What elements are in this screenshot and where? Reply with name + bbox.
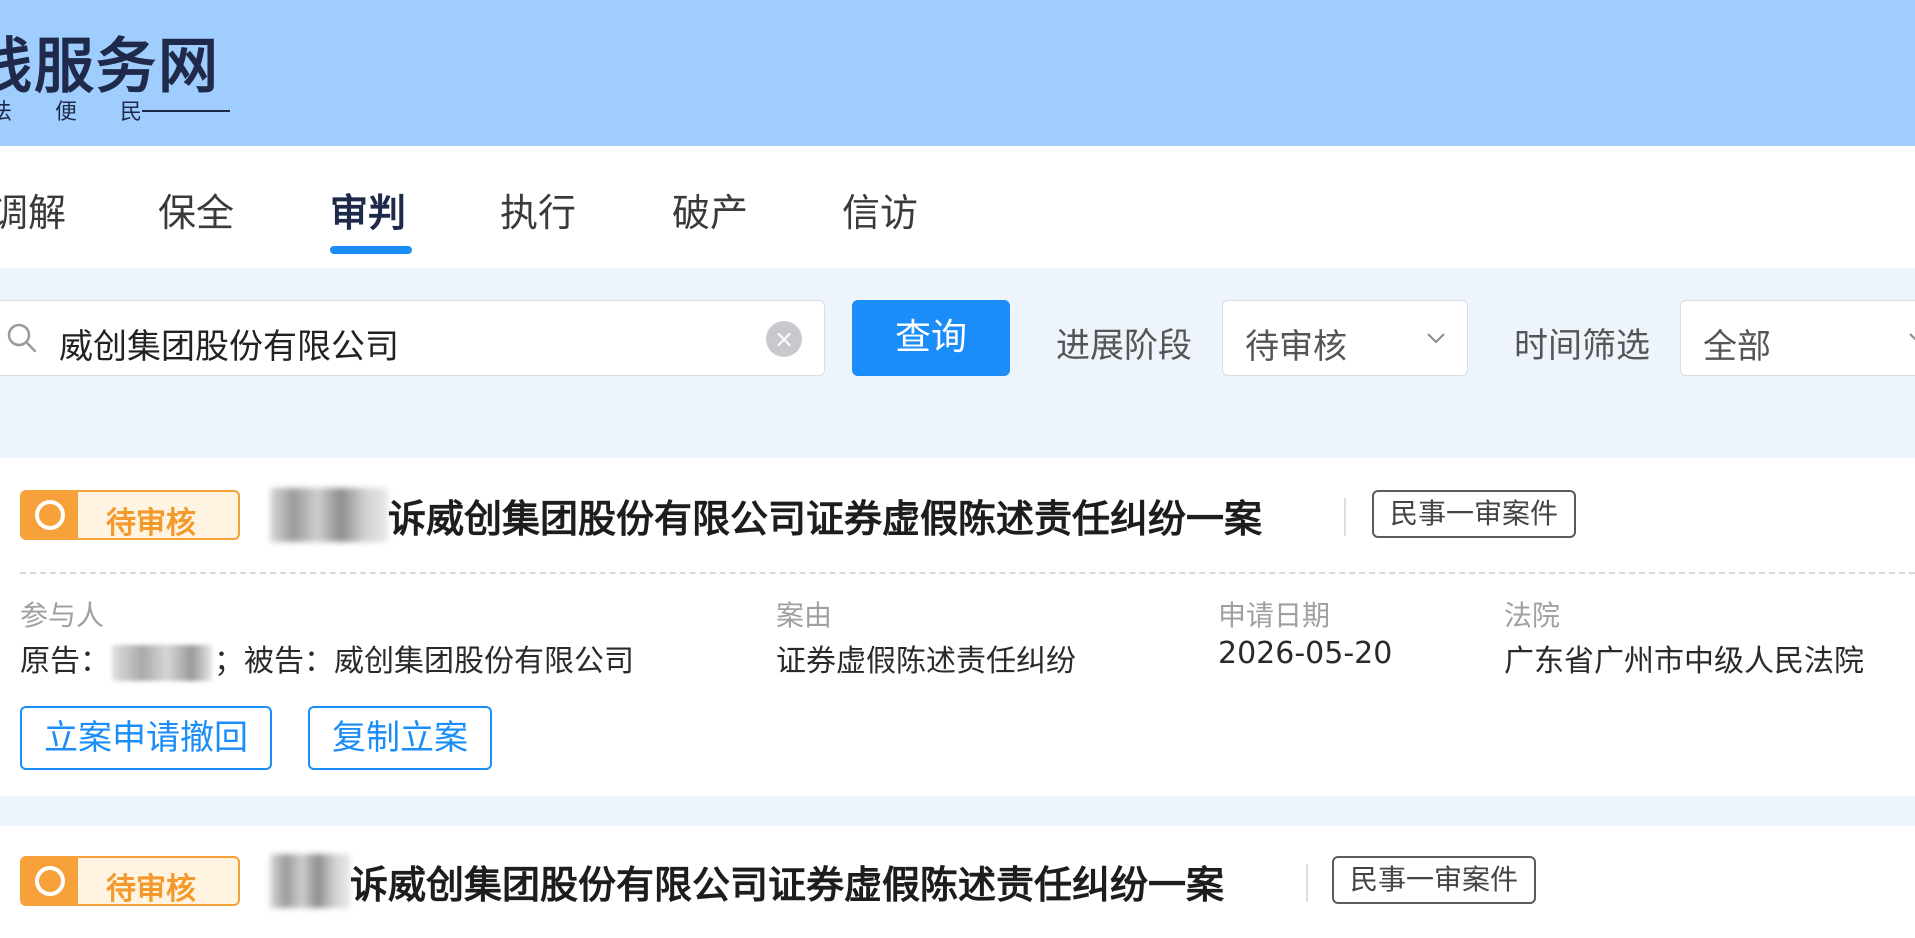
status-badge-label: 待审核 [106, 506, 196, 540]
time-filter-label: 时间筛选 [1514, 326, 1650, 366]
status-badge: 待审核 [20, 856, 240, 906]
query-button[interactable]: 查询 [852, 300, 1010, 376]
filter-bar: 威创集团股份有限公司 × 查询 进展阶段 待审核 时间筛选 全部 [0, 268, 1915, 428]
stage-select-value: 待审核 [1245, 327, 1347, 367]
stage-filter-label: 进展阶段 [1056, 326, 1192, 366]
case-title[interactable]: 诉威创集团股份有限公司证券虚假陈述责任纠纷一案 [388, 488, 1262, 543]
logo-divider [142, 110, 230, 112]
clear-icon[interactable]: × [766, 321, 802, 357]
tab-petition[interactable]: 信访 [842, 182, 918, 237]
status-badge-label: 待审核 [106, 872, 196, 906]
participants-value: 原告： ；被告：威创集团股份有限公司 [20, 636, 634, 681]
redacted-plaintiff-name [270, 854, 350, 908]
tab-preservation[interactable]: 保全 [158, 182, 234, 237]
clock-icon [22, 858, 78, 904]
tab-execution[interactable]: 执行 [500, 182, 576, 237]
tab-trial[interactable]: 审判 [330, 182, 406, 237]
chevron-down-icon [1909, 333, 1915, 341]
site-logo-subtitle: 法 便 民 [0, 100, 160, 125]
title-divider [1306, 864, 1308, 902]
case-card: 待审核 诉威创集团股份有限公司证券虚假陈述责任纠纷一案 民事一审案件 [0, 826, 1915, 938]
participants-label: 参与人 [20, 599, 105, 632]
title-divider [1344, 498, 1346, 536]
cause-value: 证券虚假陈述责任纠纷 [776, 644, 1076, 679]
search-input[interactable]: 威创集团股份有限公司 × [0, 300, 825, 376]
cause-label: 案由 [776, 599, 833, 632]
site-header: 线服务网 法 便 民 [0, 0, 1915, 146]
copy-filing-button[interactable]: 复制立案 [308, 706, 492, 770]
case-card: 待审核 诉威创集团股份有限公司证券虚假陈述责任纠纷一案 民事一审案件 参与人 原… [0, 458, 1915, 796]
status-badge: 待审核 [20, 490, 240, 540]
date-label: 申请日期 [1218, 599, 1331, 632]
redacted-plaintiff-name [270, 488, 388, 542]
withdraw-filing-button[interactable]: 立案申请撤回 [20, 706, 272, 770]
category-nav: 调解 保全 审判 执行 破产 信访 [0, 146, 1915, 268]
site-logo-title: 线服务网 [0, 32, 220, 102]
plaintiff-prefix: 原告： [20, 644, 110, 679]
active-tab-indicator [330, 246, 412, 254]
clock-icon [22, 492, 78, 538]
time-select[interactable]: 全部 [1680, 300, 1915, 376]
search-icon [7, 323, 37, 353]
card-divider [20, 572, 1915, 574]
stage-select[interactable]: 待审核 [1222, 300, 1468, 376]
case-title[interactable]: 诉威创集团股份有限公司证券虚假陈述责任纠纷一案 [350, 854, 1224, 909]
time-select-value: 全部 [1703, 327, 1771, 367]
redacted-plaintiff [112, 644, 212, 681]
case-type-tag: 民事一审案件 [1332, 856, 1537, 904]
court-label: 法院 [1504, 599, 1561, 632]
tab-mediation[interactable]: 调解 [0, 182, 66, 237]
chevron-down-icon [1427, 333, 1445, 344]
search-input-value: 威创集团股份有限公司 [59, 327, 399, 367]
court-value: 广东省广州市中级人民法院 [1504, 644, 1864, 679]
date-value: 2026-05-20 [1218, 636, 1393, 671]
defendant-text: ；被告：威创集团股份有限公司 [214, 644, 634, 679]
tab-bankruptcy[interactable]: 破产 [672, 182, 748, 237]
case-type-tag: 民事一审案件 [1372, 490, 1577, 538]
